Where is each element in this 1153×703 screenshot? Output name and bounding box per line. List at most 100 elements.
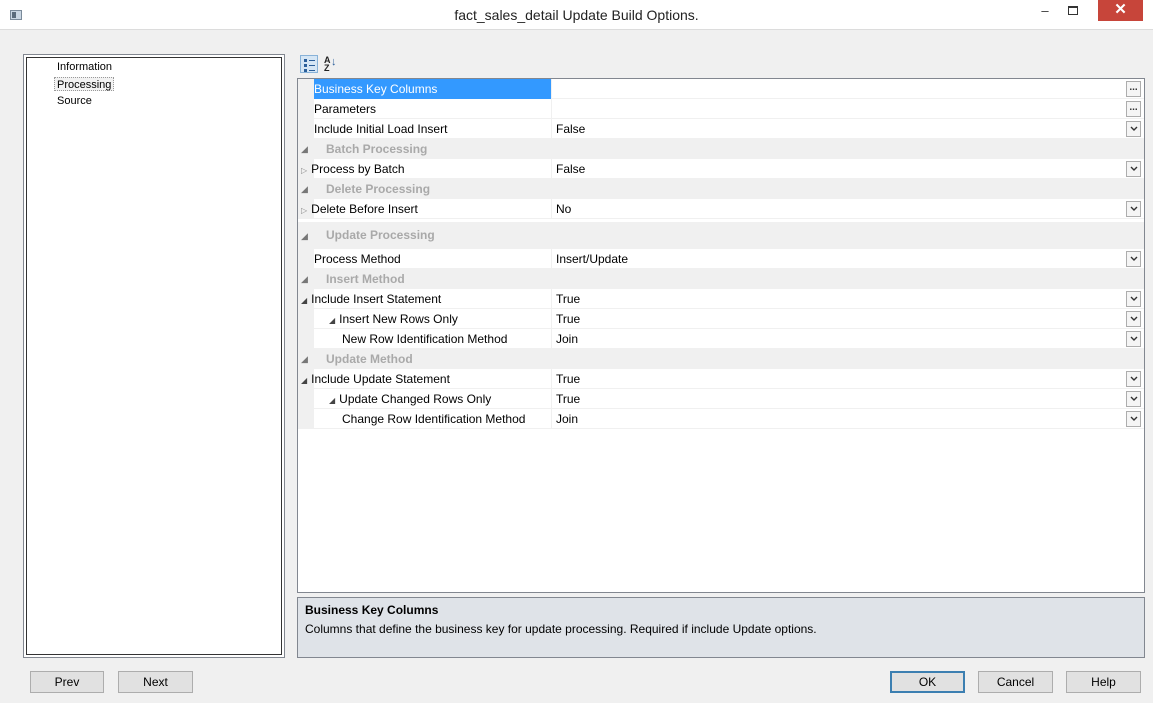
property-row-include-insert-statement[interactable]: ◢ Include Insert Statement True <box>298 289 1144 309</box>
chevron-down-icon <box>1130 206 1137 211</box>
ok-button[interactable]: OK <box>890 671 965 693</box>
property-name: Change Row Identification Method <box>342 412 526 426</box>
chevron-down-icon <box>1130 316 1137 321</box>
property-name: Process by Batch <box>311 162 405 176</box>
property-row-business-key-columns[interactable]: Business Key Columns... <box>298 79 1144 99</box>
property-value[interactable]: True <box>556 289 580 309</box>
category-row-batch-processing[interactable]: ◢ Batch Processing <box>298 139 1144 159</box>
dropdown-button[interactable] <box>1126 201 1141 217</box>
row-gutter <box>298 119 314 139</box>
property-row-parameters[interactable]: Parameters... <box>298 99 1144 119</box>
row-gutter <box>298 99 314 119</box>
category-row-insert-method[interactable]: ◢ Insert Method <box>298 269 1144 289</box>
sort-arrow-icon: ↓ <box>331 56 337 68</box>
dropdown-button[interactable] <box>1126 331 1141 347</box>
dropdown-button[interactable] <box>1126 411 1141 427</box>
help-pane: Business Key Columns Columns that define… <box>297 597 1145 658</box>
property-row-change-row-identification-method[interactable]: Change Row Identification Method Join <box>298 409 1144 429</box>
chevron-down-icon <box>1130 336 1137 341</box>
collapse-icon[interactable]: ◢ <box>301 349 308 369</box>
dropdown-button[interactable] <box>1126 291 1141 307</box>
property-row-update-changed-rows-only[interactable]: ◢ Update Changed Rows Only True <box>298 389 1144 409</box>
property-row-new-row-identification-method[interactable]: New Row Identification Method Join <box>298 329 1144 349</box>
row-gutter <box>298 79 314 99</box>
property-name: Business Key Columns <box>314 82 438 96</box>
minimize-button[interactable]: – <box>1030 0 1060 22</box>
property-row-insert-new-rows-only[interactable]: ◢ Insert New Rows Only True <box>298 309 1144 329</box>
row-gutter <box>298 409 314 429</box>
property-value[interactable]: No <box>556 199 571 219</box>
property-name: Update Changed Rows Only <box>339 392 492 406</box>
property-value[interactable]: False <box>556 119 585 139</box>
property-name: Delete Before Insert <box>311 202 418 216</box>
property-row-process-method[interactable]: Process Method Insert/Update <box>298 249 1144 269</box>
close-button[interactable]: ✕ <box>1098 0 1143 21</box>
row-gutter <box>298 329 314 349</box>
dropdown-button[interactable] <box>1126 121 1141 137</box>
ellipsis-button[interactable]: ... <box>1126 101 1141 117</box>
property-name: Insert New Rows Only <box>339 312 458 326</box>
property-value[interactable]: True <box>556 309 580 329</box>
property-row-delete-before-insert[interactable]: ▷ Delete Before Insert No <box>298 199 1144 219</box>
nav-item-information[interactable]: Information <box>55 60 114 74</box>
collapse-icon[interactable]: ◢ <box>329 396 335 405</box>
property-value[interactable]: False <box>556 159 585 179</box>
collapse-icon[interactable]: ◢ <box>301 226 308 246</box>
cancel-button[interactable]: Cancel <box>978 671 1053 693</box>
dropdown-button[interactable] <box>1126 371 1141 387</box>
collapse-icon[interactable]: ◢ <box>301 139 308 159</box>
collapse-icon[interactable]: ◢ <box>301 376 307 385</box>
dropdown-button[interactable] <box>1126 251 1141 267</box>
property-name: New Row Identification Method <box>342 332 508 346</box>
chevron-down-icon <box>1130 126 1137 131</box>
property-name: Batch Processing <box>326 142 428 156</box>
sort-az-icon[interactable]: A Z ↓ <box>322 55 340 73</box>
chevron-down-icon <box>1130 416 1137 421</box>
property-value[interactable]: Join <box>556 329 578 349</box>
property-row-include-update-statement[interactable]: ◢ Include Update Statement True <box>298 369 1144 389</box>
property-name: Update Method <box>326 352 413 366</box>
property-grid: Business Key Columns... Parameters... Incl… <box>297 78 1145 593</box>
property-name: Include Update Statement <box>311 372 450 386</box>
property-name: Process Method <box>314 252 401 266</box>
nav-item-source[interactable]: Source <box>55 94 94 108</box>
collapse-icon[interactable]: ◢ <box>301 296 307 305</box>
property-name: Insert Method <box>326 272 405 286</box>
row-gutter <box>298 249 314 269</box>
dropdown-button[interactable] <box>1126 391 1141 407</box>
expand-icon[interactable]: ▷ <box>301 206 307 215</box>
property-value[interactable]: True <box>556 369 580 389</box>
chevron-down-icon <box>1130 256 1137 261</box>
property-value[interactable]: Insert/Update <box>556 249 628 269</box>
maximize-icon <box>1068 6 1078 15</box>
dropdown-button[interactable] <box>1126 311 1141 327</box>
property-value[interactable]: Join <box>556 409 578 429</box>
chevron-down-icon <box>1130 166 1137 171</box>
next-button[interactable]: Next <box>118 671 193 693</box>
property-row-include-initial-load-insert[interactable]: Include Initial Load Insert False <box>298 119 1144 139</box>
collapse-icon[interactable]: ◢ <box>301 179 308 199</box>
property-name: Parameters <box>314 102 377 116</box>
dropdown-button[interactable] <box>1126 161 1141 177</box>
property-name: Delete Processing <box>326 182 431 196</box>
collapse-icon[interactable]: ◢ <box>301 269 308 289</box>
sort-az-bottom-letter: Z <box>324 63 330 73</box>
title-bar: fact_sales_detail Update Build Options. … <box>0 0 1153 30</box>
maximize-button[interactable] <box>1058 0 1088 22</box>
category-row-update-method[interactable]: ◢ Update Method <box>298 349 1144 369</box>
prev-button[interactable]: Prev <box>30 671 104 693</box>
property-value[interactable]: True <box>556 389 580 409</box>
nav-item-processing[interactable]: Processing <box>54 77 115 91</box>
help-button[interactable]: Help <box>1066 671 1141 693</box>
collapse-icon[interactable]: ◢ <box>329 316 335 325</box>
category-row-delete-processing[interactable]: ◢ Delete Processing <box>298 179 1144 199</box>
expand-icon[interactable]: ▷ <box>301 166 307 175</box>
options-nav-list: Information Processing Source <box>26 57 282 655</box>
help-text: Columns that define the business key for… <box>305 622 817 636</box>
categorized-icon[interactable] <box>300 55 318 73</box>
chevron-down-icon <box>1130 296 1137 301</box>
category-row-update-processing[interactable]: ◢ Update Processing <box>298 222 1144 249</box>
ellipsis-button[interactable]: ... <box>1126 81 1141 97</box>
property-row-process-by-batch[interactable]: ▷ Process by Batch False <box>298 159 1144 179</box>
options-nav-panel: Information Processing Source <box>23 54 285 658</box>
